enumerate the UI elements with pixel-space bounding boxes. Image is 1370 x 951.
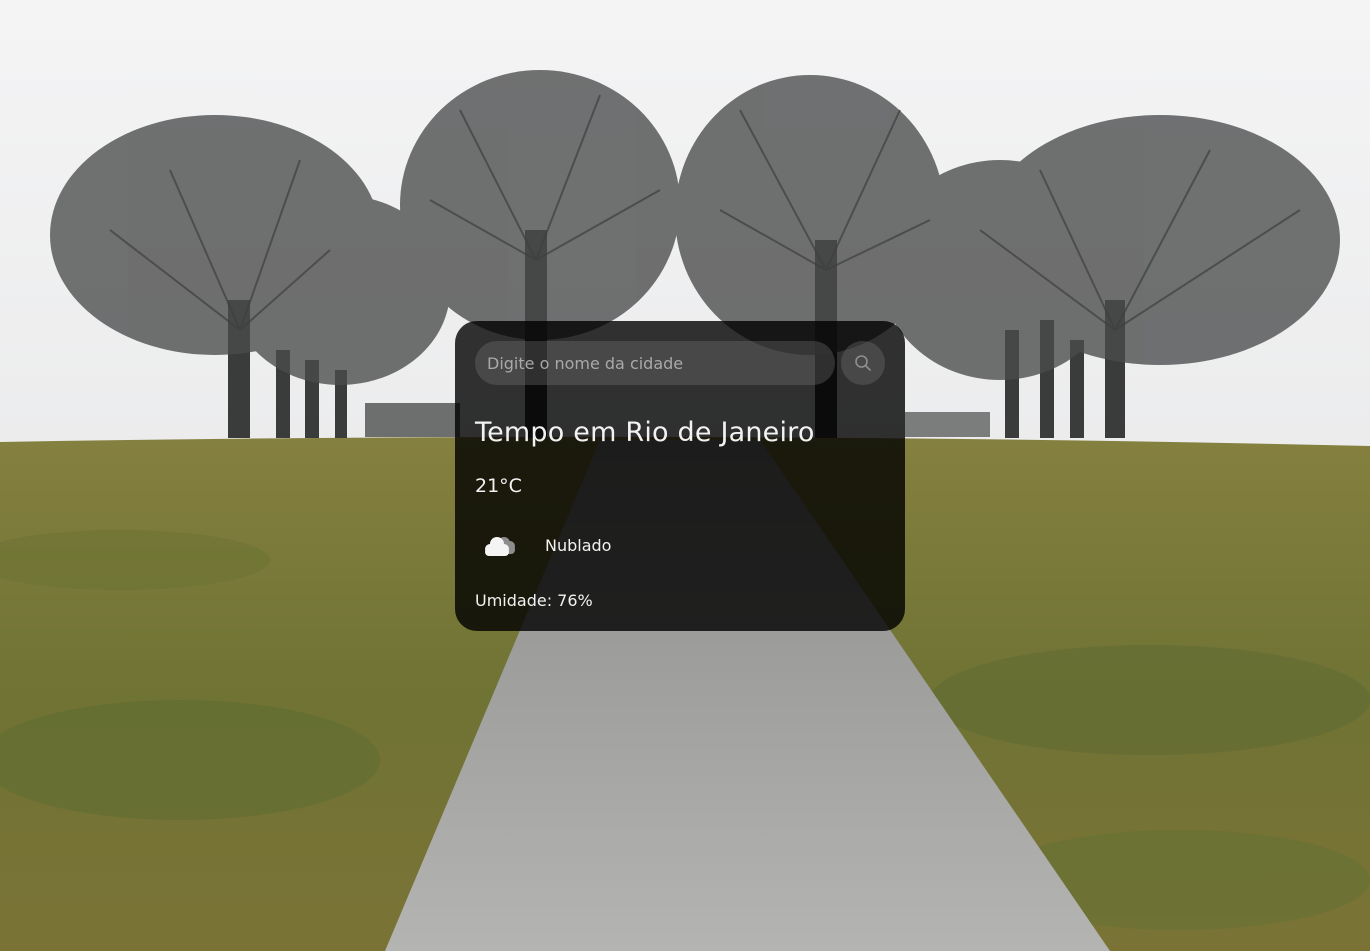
condition-label: Nublado xyxy=(545,536,612,555)
city-search-input[interactable] xyxy=(475,341,835,385)
city-weather-title: Tempo em Rio de Janeiro xyxy=(475,417,815,448)
cloud-icon xyxy=(485,537,515,556)
search-bar xyxy=(475,341,885,385)
weather-card: Tempo em Rio de Janeiro 21°C Nublado Umi… xyxy=(455,321,905,631)
humidity-value: Umidade: 76% xyxy=(475,591,593,610)
weather-condition: Nublado xyxy=(475,526,775,566)
search-icon xyxy=(855,355,871,371)
temperature-value: 21°C xyxy=(475,475,522,497)
search-button[interactable] xyxy=(841,341,885,385)
